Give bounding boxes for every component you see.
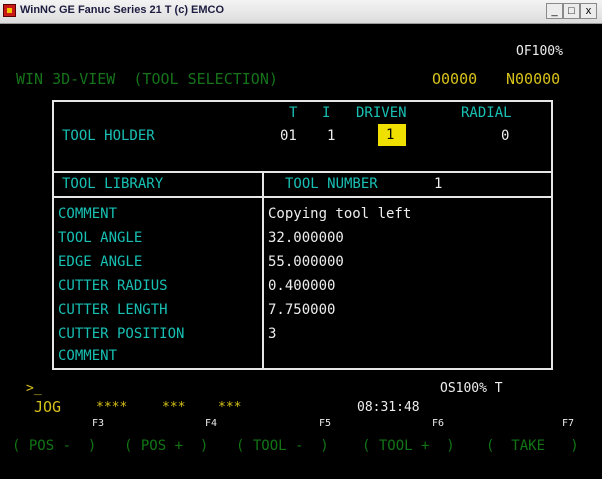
- block-number: N00000: [506, 70, 561, 88]
- status-stars-1: ****: [96, 400, 128, 415]
- param-value-cutter-length[interactable]: 7.750000: [268, 302, 335, 318]
- window-title: WinNC GE Fanuc Series 21 T (c) EMCO: [20, 4, 225, 16]
- divider-vertical: [262, 171, 264, 370]
- tool-number-label: TOOL NUMBER: [285, 176, 378, 192]
- param-value-cutter-position[interactable]: 3: [268, 326, 276, 342]
- param-label-cutter-length: CUTTER LENGTH: [58, 302, 168, 318]
- softkey-tool-minus[interactable]: ( TOOL - ): [236, 438, 329, 454]
- col-header-radial: RADIAL: [461, 105, 512, 121]
- divider-holder: [52, 171, 553, 173]
- param-value-cutter-radius[interactable]: 0.400000: [268, 278, 335, 294]
- param-value-edge-angle[interactable]: 55.000000: [268, 254, 344, 270]
- feed-override: OF100%: [516, 44, 563, 59]
- mode-title: WIN 3D-VIEW (TOOL SELECTION): [16, 70, 278, 88]
- col-header-i: I: [322, 105, 331, 121]
- window-titlebar[interactable]: WinNC GE Fanuc Series 21 T (c) EMCO _ □ …: [0, 0, 602, 24]
- softkey-pos-plus[interactable]: ( POS + ): [124, 438, 208, 454]
- param-label-cutter-position: CUTTER POSITION: [58, 326, 185, 342]
- status-stars-3: ***: [218, 400, 242, 415]
- param-label-comment: COMMENT: [58, 206, 118, 222]
- clock: 08:31:48: [357, 400, 420, 415]
- tool-holder-driven-value: 1: [386, 127, 395, 143]
- fkey-label-f7: F7: [562, 418, 575, 429]
- tool-library-label: TOOL LIBRARY: [62, 176, 164, 192]
- param-label-cutter-radius: CUTTER RADIUS: [58, 278, 168, 294]
- minimize-button[interactable]: _: [546, 3, 563, 19]
- app-icon: [3, 4, 16, 17]
- softkey-tool-plus[interactable]: ( TOOL + ): [362, 438, 455, 454]
- fkey-label-f3: F3: [92, 418, 105, 429]
- fkey-label-f5: F5: [319, 418, 332, 429]
- input-cursor-field[interactable]: 1: [378, 124, 406, 146]
- tool-holder-label: TOOL HOLDER: [62, 128, 155, 144]
- param-value-tool-angle[interactable]: 32.000000: [268, 230, 344, 246]
- tool-holder-i-value[interactable]: 1: [327, 128, 335, 144]
- fkey-label-f6: F6: [432, 418, 445, 429]
- col-header-driven: DRIVEN: [356, 105, 407, 121]
- status-stars-2: ***: [162, 400, 186, 415]
- col-header-t: T: [289, 105, 298, 121]
- param-value-comment[interactable]: Copying tool left: [268, 206, 411, 222]
- tool-holder-t-value[interactable]: 01: [280, 128, 297, 144]
- divider-library: [52, 196, 553, 198]
- operating-mode: JOG: [34, 398, 62, 416]
- spindle-override: OS100% T: [440, 381, 503, 396]
- tool-holder-radial-value[interactable]: 0: [501, 128, 509, 144]
- tool-number-value[interactable]: 1: [434, 176, 442, 192]
- program-number: O0000: [432, 70, 478, 88]
- close-button[interactable]: x: [580, 3, 597, 19]
- softkey-take[interactable]: ( TAKE ): [486, 438, 579, 454]
- command-prompt[interactable]: >_: [26, 381, 42, 396]
- param-label-comment-2: COMMENT: [58, 348, 118, 364]
- param-label-edge-angle: EDGE ANGLE: [58, 254, 143, 270]
- fkey-label-f4: F4: [205, 418, 218, 429]
- maximize-button[interactable]: □: [563, 3, 580, 19]
- softkey-pos-minus[interactable]: ( POS - ): [12, 438, 96, 454]
- param-label-tool-angle: TOOL ANGLE: [58, 230, 143, 246]
